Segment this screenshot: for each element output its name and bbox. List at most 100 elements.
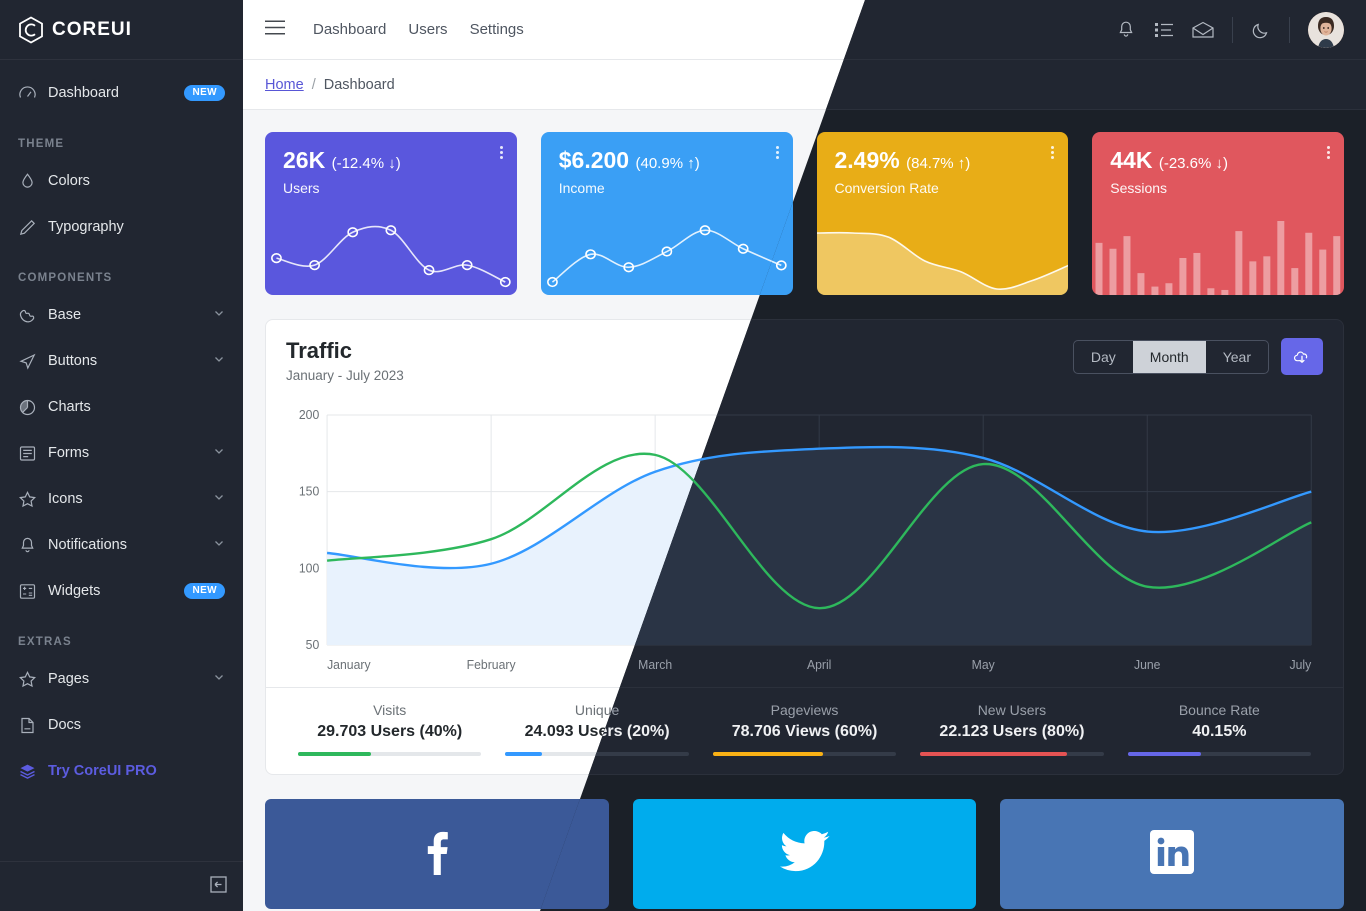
footer-stat-visits: Visits 29.703 Users (40%) bbox=[286, 702, 493, 756]
card-menu-icon[interactable] bbox=[775, 146, 779, 159]
traffic-header: Traffic January - July 2023 DayMonthYear bbox=[266, 320, 1343, 387]
topnav-users[interactable]: Users bbox=[408, 21, 447, 38]
star-icon bbox=[18, 490, 44, 509]
sidebar-item-label: Pages bbox=[48, 671, 90, 687]
stat-value: 26K (-12.4% ↓) bbox=[283, 147, 499, 173]
traffic-subtitle: January - July 2023 bbox=[286, 368, 404, 383]
footer-stat-bounce-rate: Bounce Rate 40.15% bbox=[1116, 702, 1323, 756]
svg-text:February: February bbox=[467, 658, 517, 672]
range-button-day[interactable]: Day bbox=[1074, 341, 1133, 373]
stat-label: Income bbox=[558, 180, 605, 197]
traffic-chart: 50 100 150 200 January February March April May J… bbox=[266, 387, 1343, 687]
new-badge: NEW bbox=[184, 85, 225, 101]
sidebar-item-label: Widgets bbox=[48, 583, 101, 599]
chevron-down-icon[interactable] bbox=[213, 353, 225, 369]
chevron-down-icon[interactable] bbox=[213, 445, 225, 461]
footer-stat-value: 24.093 Users (20%) bbox=[524, 723, 670, 740]
user-avatar[interactable] bbox=[1308, 11, 1344, 48]
sidebar-item-pages[interactable]: Pages bbox=[0, 656, 243, 702]
moon-icon[interactable] bbox=[1251, 20, 1271, 40]
sidebar-item-forms[interactable]: Forms bbox=[0, 430, 243, 476]
svg-text:March: March bbox=[638, 658, 672, 672]
social-cards-row bbox=[265, 799, 1345, 909]
sidebar-item-label: Base bbox=[48, 307, 82, 323]
sidebar-item-docs[interactable]: Docs bbox=[0, 702, 243, 748]
chevron-down-icon[interactable] bbox=[213, 537, 225, 553]
footer-stat-value: 78.706 Views (60%) bbox=[731, 723, 878, 740]
twitter-icon bbox=[779, 830, 830, 878]
stat-card-sessions: 44K (-23.6% ↓) Sessions bbox=[1092, 132, 1344, 295]
traffic-title: Traffic bbox=[286, 338, 353, 363]
card-menu-icon[interactable] bbox=[1327, 146, 1330, 159]
sidebar-section-title: THEME bbox=[18, 138, 65, 150]
topnav-dashboard[interactable]: Dashboard bbox=[313, 21, 386, 38]
divider bbox=[1232, 16, 1233, 43]
stat-card-conversion-rate: 2.49% (84.7% ↑) Conversion Rate bbox=[816, 132, 1069, 295]
stat-label: Users bbox=[283, 180, 320, 197]
bell-icon[interactable] bbox=[1116, 20, 1136, 40]
svg-text:July: July bbox=[1290, 658, 1313, 672]
brand-text: COREUI bbox=[52, 18, 132, 40]
chevron-down-icon[interactable] bbox=[213, 671, 225, 687]
footer-stat-label: Bounce Rate bbox=[1178, 702, 1260, 718]
sidebar-item-label: Typography bbox=[48, 219, 124, 235]
sidebar-item-label: Icons bbox=[48, 491, 83, 507]
footer-stat-progress bbox=[298, 752, 482, 756]
divider bbox=[1289, 16, 1290, 43]
sidebar-item-try-coreui-pro[interactable]: Try CoreUI PRO bbox=[0, 748, 243, 794]
sidebar-item-charts[interactable]: Charts bbox=[0, 384, 243, 430]
footer-stat-label: Visits bbox=[373, 702, 407, 718]
social-card-linkedin[interactable] bbox=[1000, 799, 1345, 909]
download-button[interactable] bbox=[1281, 338, 1323, 375]
sidebar-item-colors[interactable]: Colors bbox=[0, 158, 243, 204]
coreui-logo-icon bbox=[18, 15, 44, 44]
chevron-down-icon[interactable] bbox=[213, 307, 225, 323]
social-card-twitter[interactable] bbox=[632, 799, 977, 909]
brand[interactable]: COREUI bbox=[0, 0, 243, 60]
sidebar-item-label: Notifications bbox=[48, 537, 127, 553]
svg-text:April: April bbox=[807, 658, 831, 672]
sidebar-item-notifications[interactable]: Notifications bbox=[0, 522, 243, 568]
list-icon[interactable] bbox=[1154, 21, 1174, 39]
envelope-icon[interactable] bbox=[1192, 21, 1214, 39]
stat-label: Sessions bbox=[1110, 180, 1168, 197]
range-button-year[interactable]: Year bbox=[1206, 341, 1268, 373]
sidebar-item-label: Forms bbox=[48, 445, 90, 461]
stat-delta: (40.9% ↑) bbox=[635, 155, 700, 172]
sidebar: COREUI Dashboard NEW THEME Colors Typography… bbox=[0, 0, 243, 911]
topnav-settings[interactable]: Settings bbox=[470, 21, 524, 38]
main-area: Dashboard Users Settings bbox=[243, 0, 1366, 911]
footer-stat-label: Pageviews bbox=[770, 702, 839, 718]
card-menu-icon[interactable] bbox=[1051, 146, 1055, 159]
chevron-down-icon[interactable] bbox=[213, 491, 225, 507]
sidebar-item-label: Dashboard bbox=[48, 85, 119, 101]
topbar: Dashboard Users Settings bbox=[243, 0, 1366, 60]
sidebar-item-label: Charts bbox=[48, 399, 91, 415]
sidebar-item-icons[interactable]: Icons bbox=[0, 476, 243, 522]
range-button-month[interactable]: Month bbox=[1132, 340, 1206, 373]
social-card-facebook[interactable] bbox=[265, 799, 609, 909]
sidebar-item-label: Colors bbox=[48, 173, 90, 189]
stat-delta: (-12.4% ↓) bbox=[331, 155, 401, 172]
svg-text:200: 200 bbox=[299, 408, 320, 422]
sidebar-item-typography[interactable]: Typography bbox=[0, 204, 243, 250]
stat-delta: (-23.6% ↓) bbox=[1158, 155, 1229, 172]
card-sparkline bbox=[816, 213, 1069, 295]
sidebar-item-base[interactable]: Base bbox=[0, 292, 243, 338]
cursor-icon bbox=[18, 352, 44, 371]
breadcrumb-home[interactable]: Home bbox=[265, 77, 304, 93]
sidebar-item-widgets[interactable]: Widgets NEW bbox=[0, 568, 243, 614]
facebook-icon bbox=[414, 829, 460, 880]
traffic-footer-stats: Visits 29.703 Users (40%) Unique 24.093 Use… bbox=[266, 687, 1343, 774]
calculator-icon bbox=[18, 582, 44, 601]
card-sparkline bbox=[541, 213, 793, 295]
card-menu-icon[interactable] bbox=[499, 146, 503, 159]
sidebar-item-buttons[interactable]: Buttons bbox=[0, 338, 243, 384]
puzzle-icon bbox=[18, 306, 44, 325]
collapse-sidebar-icon[interactable] bbox=[210, 875, 227, 898]
footer-stat-progress bbox=[1127, 752, 1312, 756]
hamburger-menu-icon[interactable] bbox=[265, 19, 285, 40]
sidebar-item-dashboard[interactable]: Dashboard NEW bbox=[0, 70, 243, 116]
sidebar-item-label: Try CoreUI PRO bbox=[48, 763, 157, 779]
stat-card-income: $6.200 (40.9% ↑) Income bbox=[540, 132, 793, 295]
